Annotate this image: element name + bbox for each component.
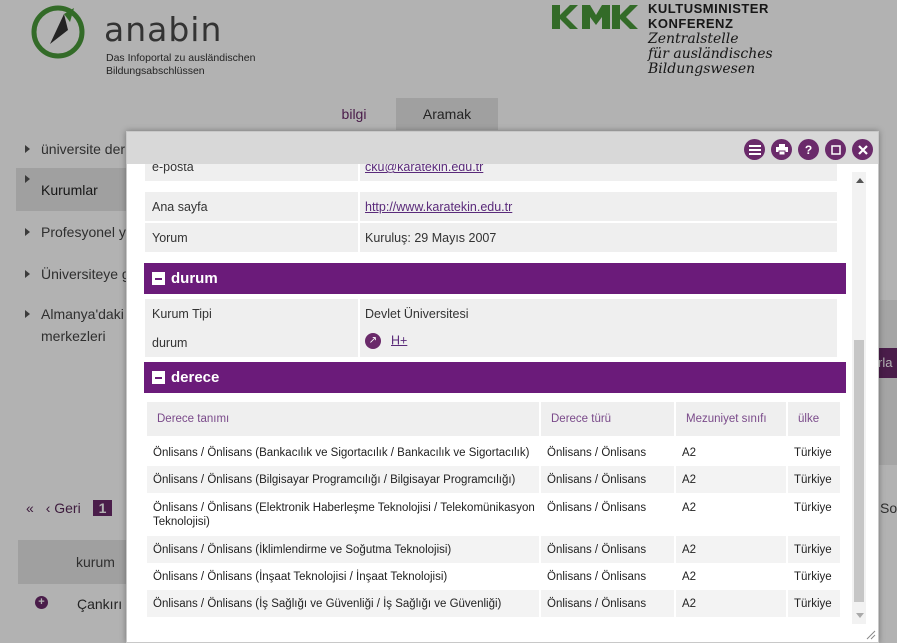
table-row[interactable]: Önlisans / Önlisans (İklimlendirme ve So… <box>147 536 842 563</box>
status-link[interactable]: H+ <box>391 333 407 347</box>
cell-derece: Önlisans / Önlisans (İnşaat Teknolojisi … <box>153 571 448 583</box>
collapse-icon[interactable] <box>152 371 165 384</box>
dialog-body: e-posta cku@karatekin.edu.tr Ana sayfa h… <box>127 164 862 639</box>
cell-tur: Önlisans / Önlisans <box>541 466 674 493</box>
row-value: http://www.karatekin.edu.tr <box>360 192 837 221</box>
close-icon[interactable] <box>852 139 873 160</box>
row-key: e-posta <box>145 164 358 181</box>
table-row[interactable]: Önlisans / Önlisans (Bankacılık ve Sigor… <box>147 439 842 466</box>
cell-derece: Önlisans / Önlisans (Elektronik Haberleş… <box>153 502 535 528</box>
degree-table-header: Derece tanımı Derece türü Mezuniyet sını… <box>147 402 842 436</box>
list-icon[interactable] <box>744 139 765 160</box>
print-icon[interactable] <box>771 139 792 160</box>
column-derece-tanimi[interactable]: Derece tanımı <box>147 402 539 436</box>
column-derece-turu[interactable]: Derece türü <box>541 402 674 436</box>
section-title: durum <box>171 270 218 287</box>
cell-sinif: A2 <box>676 590 786 617</box>
row-ana-sayfa: Ana sayfa http://www.karatekin.edu.tr <box>145 192 837 221</box>
cell-ulke: Türkiye <box>794 447 832 459</box>
cell-sinif: A2 <box>682 502 697 514</box>
cell-ulke: Türkiye <box>794 571 832 583</box>
cell-derece: Önlisans / Önlisans (Bilgisayar Programc… <box>147 466 539 493</box>
table-row[interactable]: Önlisans / Önlisans (İnşaat Teknolojisi … <box>147 563 842 590</box>
table-row[interactable]: Önlisans / Önlisans (Elektronik Haberleş… <box>147 494 842 536</box>
cell-tur: Önlisans / Önlisans <box>547 571 647 583</box>
scroll-up-arrow-icon[interactable] <box>856 178 864 183</box>
cell-tur: Önlisans / Önlisans <box>541 590 674 617</box>
email-link[interactable]: cku@karatekin.edu.tr <box>365 164 483 174</box>
column-ulke[interactable]: ülke <box>788 402 840 436</box>
row-value: cku@karatekin.edu.tr <box>360 164 837 181</box>
row-durum: durum ↗ H+ <box>145 328 837 357</box>
scroll-down-arrow-icon[interactable] <box>856 613 864 618</box>
external-link-icon[interactable]: ↗ <box>365 333 381 349</box>
cell-sinif: A2 <box>676 466 786 493</box>
dialog-toolbar: ? <box>744 139 873 160</box>
row-key: durum <box>145 328 358 357</box>
cell-sinif: A2 <box>676 536 786 563</box>
dialog-scrollbar[interactable] <box>852 172 866 624</box>
resize-grip-icon[interactable] <box>864 628 876 640</box>
collapse-icon[interactable] <box>152 272 165 285</box>
cell-derece: Önlisans / Önlisans (Bankacılık ve Sigor… <box>153 447 530 459</box>
cell-ulke: Türkiye <box>794 502 832 514</box>
cell-ulke: Türkiye <box>788 590 840 617</box>
help-icon[interactable]: ? <box>798 139 819 160</box>
cell-tur: Önlisans / Önlisans <box>541 536 674 563</box>
cell-tur: Önlisans / Önlisans <box>547 447 647 459</box>
cell-tur: Önlisans / Önlisans <box>547 502 647 514</box>
cell-ulke: Türkiye <box>788 536 840 563</box>
scroll-thumb[interactable] <box>854 340 864 602</box>
section-title: derece <box>171 369 220 386</box>
row-yorum: Yorum Kuruluş: 29 Mayıs 2007 <box>145 223 837 252</box>
row-eposta: e-posta cku@karatekin.edu.tr <box>145 164 837 181</box>
row-value: Kuruluş: 29 Mayıs 2007 <box>360 223 837 252</box>
section-derece-header[interactable]: derece <box>144 362 846 393</box>
dialog-titlebar[interactable]: ? <box>127 132 878 164</box>
cell-ulke: Türkiye <box>788 466 840 493</box>
institution-dialog: ? e-posta cku@karatekin.edu.tr Ana sayfa… <box>126 131 879 643</box>
section-durum-header[interactable]: durum <box>144 263 846 294</box>
row-key: Yorum <box>145 223 358 252</box>
row-kurum-tipi: Kurum Tipi Devlet Üniversitesi <box>145 299 837 328</box>
column-mezuniyet-sinifi[interactable]: Mezuniyet sınıfı <box>676 402 786 436</box>
row-key: Kurum Tipi <box>145 299 358 328</box>
cell-derece: Önlisans / Önlisans (İklimlendirme ve So… <box>147 536 539 563</box>
cell-derece: Önlisans / Önlisans (İş Sağlığı ve Güven… <box>147 590 539 617</box>
table-row[interactable]: Önlisans / Önlisans (Bilgisayar Programc… <box>147 466 842 493</box>
homepage-link[interactable]: http://www.karatekin.edu.tr <box>365 200 512 214</box>
maximize-icon[interactable] <box>825 139 846 160</box>
cell-sinif: A2 <box>682 571 697 583</box>
table-row[interactable]: Önlisans / Önlisans (İş Sağlığı ve Güven… <box>147 590 842 617</box>
row-key: Ana sayfa <box>145 192 358 221</box>
cell-sinif: A2 <box>682 447 697 459</box>
row-value: Devlet Üniversitesi <box>360 299 837 328</box>
row-value: ↗ H+ <box>360 328 837 357</box>
